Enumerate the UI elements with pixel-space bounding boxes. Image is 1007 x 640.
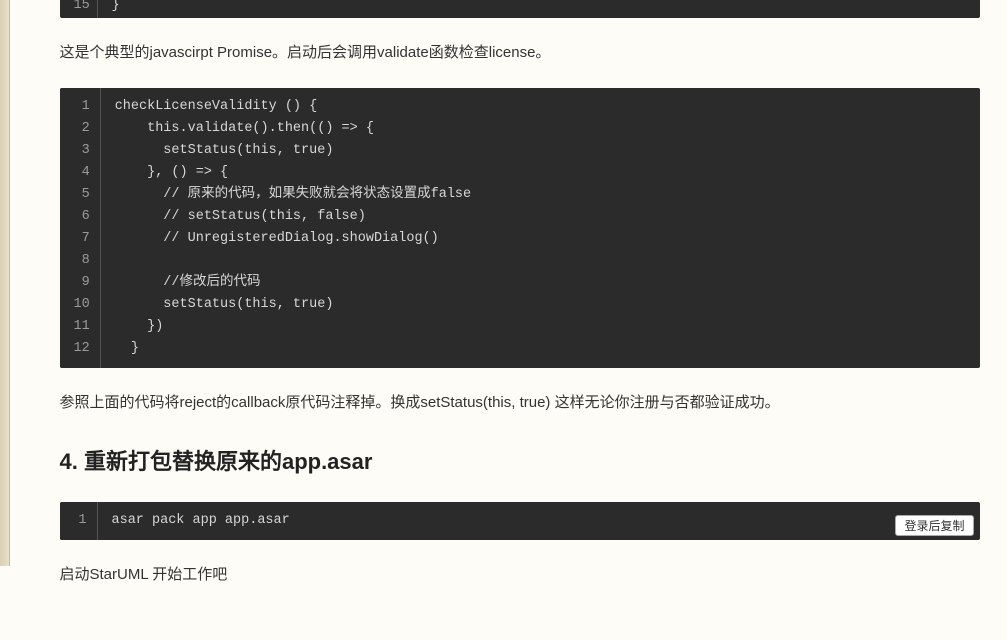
gutter: 1 bbox=[60, 502, 98, 540]
code-block-validity: 123456789101112 checkLicenseValidity () … bbox=[60, 88, 980, 368]
copy-after-login-button[interactable]: 登录后复制 bbox=[895, 515, 973, 536]
line-number: 1 bbox=[74, 96, 90, 118]
page-left-edge bbox=[0, 0, 10, 566]
code-lines: checkLicenseValidity () { this.validate(… bbox=[101, 88, 980, 368]
code-lines: asar pack app app.asar bbox=[98, 502, 980, 540]
section-heading-repack: 4. 重新打包替换原来的app.asar bbox=[60, 443, 980, 480]
line-number: 3 bbox=[74, 140, 90, 162]
line-number: 4 bbox=[74, 162, 90, 184]
paragraph-explain: 参照上面的代码将reject的callback原代码注释掉。换成setStatu… bbox=[60, 390, 980, 416]
article-container: 15 } 这是个典型的javascirpt Promise。启动后会调用vali… bbox=[28, 0, 980, 588]
line-number: 9 bbox=[74, 272, 90, 294]
gutter: 123456789101112 bbox=[60, 88, 101, 368]
line-number: 10 bbox=[74, 294, 90, 316]
line-number: 11 bbox=[74, 316, 90, 338]
code-block-tail: 15 } bbox=[60, 0, 980, 18]
line-number: 8 bbox=[74, 250, 90, 272]
line-number: 1 bbox=[74, 510, 87, 532]
code-block-asar: 1 asar pack app app.asar 登录后复制 bbox=[60, 502, 980, 540]
line-number: 5 bbox=[74, 184, 90, 206]
paragraph-intro: 这是个典型的javascirpt Promise。启动后会调用validate函… bbox=[60, 40, 980, 66]
line-number: 2 bbox=[74, 118, 90, 140]
code-line: } bbox=[98, 0, 120, 18]
paragraph-start: 启动StarUML 开始工作吧 bbox=[60, 562, 980, 588]
line-number: 15 bbox=[74, 0, 98, 18]
line-number: 12 bbox=[74, 338, 90, 360]
line-number: 6 bbox=[74, 206, 90, 228]
line-number: 7 bbox=[74, 228, 90, 250]
